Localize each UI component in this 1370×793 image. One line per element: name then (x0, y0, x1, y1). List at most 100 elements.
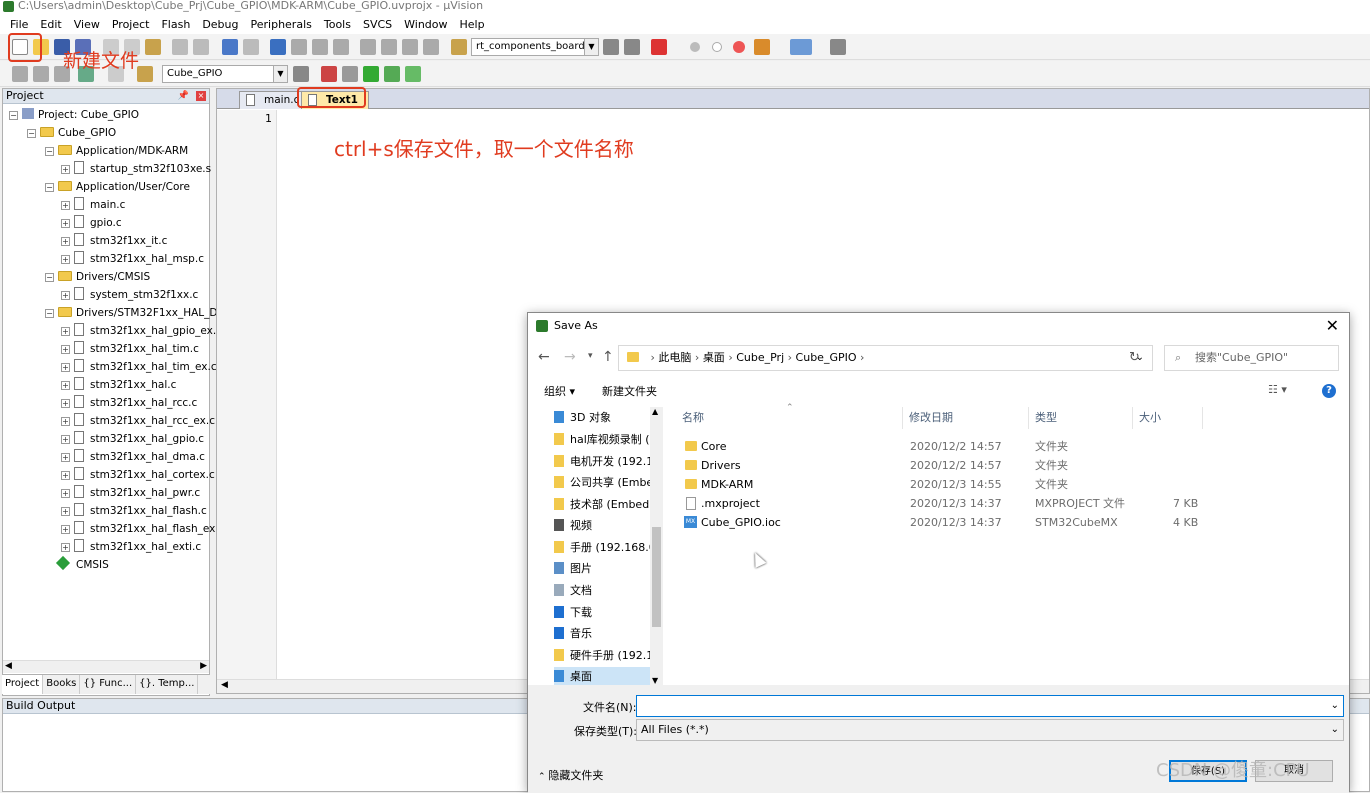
tree-item-file[interactable]: + stm32f1xx_hal_cortex.c (61, 466, 215, 484)
bookmark-icon[interactable] (270, 39, 286, 55)
tree-item-file[interactable]: + stm32f1xx_hal_tim.c (61, 340, 199, 358)
nav-item-documents[interactable]: 文档 (554, 581, 650, 601)
tree-item-folder[interactable]: − Drivers/STM32F1xx_HAL_Driv (45, 304, 231, 322)
up-arrow-icon[interactable]: ↑ (602, 349, 614, 365)
nav-item-network-drive[interactable]: hal库视频录制 ( (554, 430, 650, 450)
menu-file[interactable]: File (4, 18, 34, 31)
expand-icon[interactable]: + (61, 291, 70, 300)
tree-item-folder[interactable]: − Application/User/Core (45, 178, 190, 196)
menu-edit[interactable]: Edit (34, 18, 67, 31)
expand-icon[interactable]: + (61, 453, 70, 462)
find-in-files-icon[interactable] (451, 39, 467, 55)
manage-rte-icon[interactable] (363, 66, 379, 82)
new-folder-button[interactable]: 新建文件夹 (602, 383, 657, 399)
menu-peripherals[interactable]: Peripherals (245, 18, 318, 31)
breadcrumb-item[interactable]: 此电脑 (658, 351, 691, 364)
address-bar[interactable]: › 此电脑 › 桌面 › Cube_Prj › Cube_GPIO › ⌄ (618, 345, 1153, 371)
tree-item-file[interactable]: + main.c (61, 196, 125, 214)
nav-item-network-drive[interactable]: 公司共享 (Embe (554, 473, 650, 493)
collapse-icon[interactable]: − (45, 309, 54, 318)
tab-functions[interactable]: {} Func... (80, 675, 137, 694)
collapse-icon[interactable]: − (45, 183, 54, 192)
tree-item-file[interactable]: + stm32f1xx_hal_dma.c (61, 448, 205, 466)
file-row[interactable]: .mxproject 2020/12/3 14:37 MXPROJECT 文件 … (683, 494, 1283, 513)
expand-icon[interactable]: + (61, 201, 70, 210)
find-combo[interactable]: rt_components_board_in ▼ (471, 38, 599, 56)
undo-icon[interactable] (172, 39, 188, 55)
tree-item-file[interactable]: + stm32f1xx_hal_msp.c (61, 250, 204, 268)
incremental-find-icon[interactable] (624, 39, 640, 55)
configure-icon[interactable] (830, 39, 846, 55)
pack-installer-icon[interactable] (384, 66, 400, 82)
forward-arrow-icon[interactable]: → (564, 349, 576, 365)
unindent-icon[interactable] (381, 39, 397, 55)
expand-icon[interactable]: + (61, 237, 70, 246)
expand-icon[interactable]: + (61, 327, 70, 336)
horizontal-scrollbar[interactable]: ◀ ▶ (3, 660, 209, 673)
tree-item-file[interactable]: + startup_stm32f103xe.s (61, 160, 211, 178)
expand-icon[interactable]: + (61, 543, 70, 552)
nav-item-music[interactable]: 音乐 (554, 624, 650, 644)
chevron-down-icon[interactable]: ⌄ (1331, 696, 1339, 716)
tree-item-file[interactable]: + stm32f1xx_hal_flash_ex.c (61, 520, 225, 538)
expand-icon[interactable]: + (61, 381, 70, 390)
breakpoint-icon[interactable] (690, 42, 700, 52)
paste-icon[interactable] (145, 39, 161, 55)
stm32cubemx-icon[interactable] (405, 66, 421, 82)
close-icon[interactable]: ✕ (1326, 313, 1339, 339)
download-icon[interactable] (137, 66, 153, 82)
nav-item-downloads[interactable]: 下载 (554, 603, 650, 623)
uncomment-icon[interactable] (423, 39, 439, 55)
scroll-right-icon[interactable]: ▶ (200, 661, 207, 671)
select-packs-icon[interactable] (342, 66, 358, 82)
tree-item-file[interactable]: + stm32f1xx_hal_rcc_ex.c (61, 412, 215, 430)
breadcrumb-item[interactable]: Cube_GPIO (796, 351, 857, 364)
nav-vertical-scrollbar[interactable]: ▲ ▼ (650, 407, 663, 685)
close-icon[interactable]: × (196, 91, 206, 101)
tree-item-target[interactable]: − Cube_GPIO (27, 124, 116, 142)
menu-project[interactable]: Project (106, 18, 156, 31)
tree-item-file[interactable]: + stm32f1xx_hal.c (61, 376, 176, 394)
filetype-select[interactable]: All Files (*.*) ⌄ (636, 719, 1344, 741)
search-input[interactable]: ⌕ 搜索"Cube_GPIO" (1164, 345, 1339, 371)
disable-breakpoint-icon[interactable] (712, 42, 722, 52)
expand-icon[interactable]: + (61, 471, 70, 480)
menu-window[interactable]: Window (398, 18, 453, 31)
debug-session-icon[interactable] (651, 39, 667, 55)
nav-item-desktop[interactable]: 桌面 (554, 667, 650, 687)
organize-menu[interactable]: 组织 ▾ (544, 383, 575, 399)
menu-help[interactable]: Help (454, 18, 491, 31)
file-row[interactable]: Drivers 2020/12/2 14:57 文件夹 (683, 456, 1283, 475)
chevron-down-icon[interactable]: ▼ (584, 39, 598, 55)
translate-icon[interactable] (12, 66, 28, 82)
view-options-icon[interactable]: ☷ ▾ (1268, 383, 1287, 396)
nav-item-network-drive[interactable]: 技术部 (Embed (554, 495, 650, 515)
expand-icon[interactable]: + (61, 345, 70, 354)
collapse-icon[interactable]: − (27, 129, 36, 138)
collapse-icon[interactable]: − (45, 273, 54, 282)
refresh-icon[interactable]: ↻ (1129, 350, 1140, 365)
menu-view[interactable]: View (68, 18, 106, 31)
breadcrumb-item[interactable]: Cube_Prj (736, 351, 784, 364)
tree-item-folder[interactable]: − Drivers/CMSIS (45, 268, 150, 286)
tree-item-file[interactable]: + stm32f1xx_hal_pwr.c (61, 484, 200, 502)
prev-bookmark-icon[interactable] (291, 39, 307, 55)
clear-bookmarks-icon[interactable] (333, 39, 349, 55)
pin-icon[interactable]: 📌 (178, 89, 189, 103)
expand-icon[interactable]: + (61, 435, 70, 444)
expand-icon[interactable]: + (61, 417, 70, 426)
tree-item-file[interactable]: + stm32f1xx_hal_flash.c (61, 502, 207, 520)
chevron-down-icon[interactable]: ⌄ (1331, 720, 1339, 740)
tree-item-file[interactable]: + stm32f1xx_hal_gpio.c (61, 430, 204, 448)
clear-breakpoints-icon[interactable] (733, 41, 745, 53)
hide-folders-toggle[interactable]: ⌃ 隐藏文件夹 (538, 767, 603, 783)
tree-item-root[interactable]: − Project: Cube_GPIO (9, 106, 139, 124)
find-icon[interactable] (603, 39, 619, 55)
nav-item-3d-objects[interactable]: 3D 对象 (554, 408, 650, 428)
filename-input[interactable]: ⌄ (636, 695, 1344, 717)
expand-icon[interactable]: + (61, 489, 70, 498)
collapse-icon[interactable]: − (9, 111, 18, 120)
tree-item-file[interactable]: + stm32f1xx_hal_rcc.c (61, 394, 197, 412)
nav-forward-icon[interactable] (243, 39, 259, 55)
redo-icon[interactable] (193, 39, 209, 55)
